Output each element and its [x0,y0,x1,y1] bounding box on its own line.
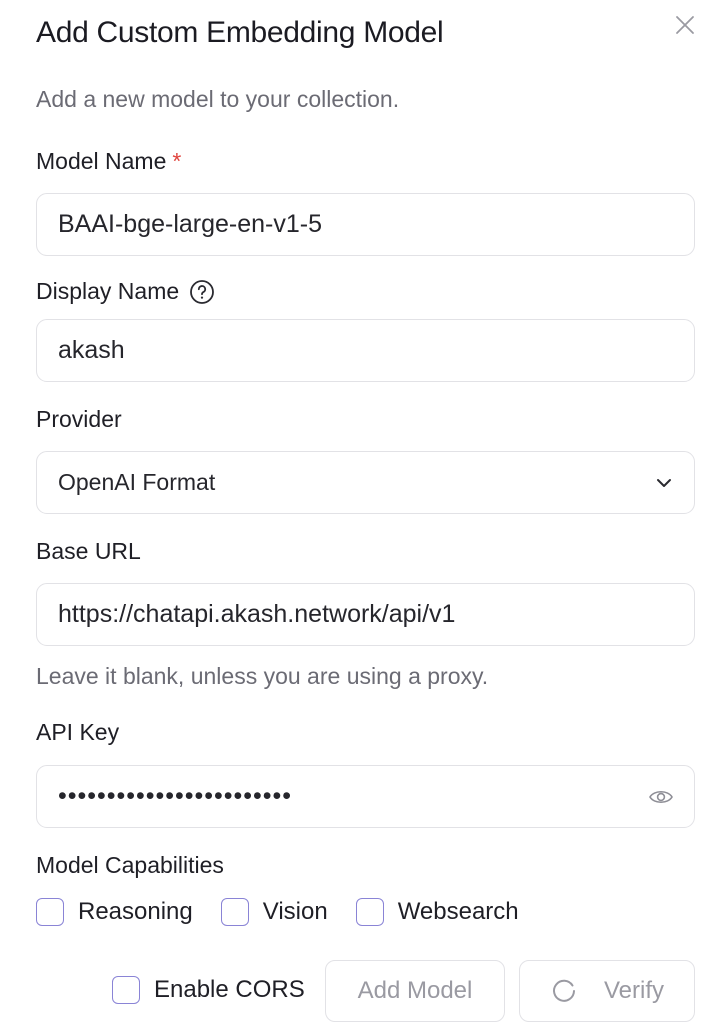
display-name-input[interactable]: akash [36,319,695,382]
vision-label: Vision [262,898,328,925]
capability-websearch[interactable]: Websearch [355,898,519,926]
required-mark: * [172,148,182,174]
capability-reasoning[interactable]: Reasoning [36,898,193,926]
eye-icon[interactable] [648,787,674,807]
model-capabilities-label: Model Capabilities [36,852,224,878]
chevron-down-icon [654,473,674,493]
add-model-button[interactable]: Add Model [325,960,505,1022]
api-key-input[interactable]: •••••••••••••••••••••••• [36,765,695,828]
base-url-input[interactable]: https://chatapi.akash.network/api/v1 [36,583,695,646]
capabilities-group: Reasoning Vision Websearch [36,898,547,926]
base-url-value: https://chatapi.akash.network/api/v1 [58,600,456,628]
capability-vision[interactable]: Vision [220,898,328,926]
dialog-subtitle: Add a new model to your collection. [36,86,400,112]
websearch-label: Websearch [397,898,519,925]
base-url-label: Base URL [36,538,141,564]
provider-select[interactable]: OpenAI Format [36,451,695,514]
spinner-icon [550,977,578,1005]
base-url-hint: Leave it blank, unless you are using a p… [36,663,489,689]
reasoning-label: Reasoning [78,898,193,925]
model-name-label: Model Name * [36,148,181,175]
provider-value: OpenAI Format [58,469,216,495]
display-name-label: Display Name [36,278,215,305]
enable-cors-toggle[interactable]: Enable CORS [112,976,305,1004]
api-key-label: API Key [36,719,120,745]
enable-cors-checkbox[interactable] [112,976,140,1004]
verify-button[interactable]: Verify [519,960,695,1022]
close-icon[interactable] [672,12,698,38]
reasoning-checkbox[interactable] [36,898,64,926]
provider-label: Provider [36,406,122,432]
model-name-input[interactable]: BAAI-bge-large-en-v1-5 [36,193,695,256]
dialog-title: Add Custom Embedding Model [36,16,444,49]
display-name-value: akash [58,336,125,364]
enable-cors-label: Enable CORS [154,976,305,1003]
model-name-label-text: Model Name [36,148,167,174]
question-circle-icon[interactable] [189,279,215,305]
vision-checkbox[interactable] [220,898,249,926]
model-name-value: BAAI-bge-large-en-v1-5 [58,210,323,238]
websearch-checkbox[interactable] [355,898,384,926]
api-key-value: •••••••••••••••••••••••• [58,782,293,810]
verify-label: Verify [603,977,665,1004]
display-name-label-text: Display Name [36,278,180,304]
